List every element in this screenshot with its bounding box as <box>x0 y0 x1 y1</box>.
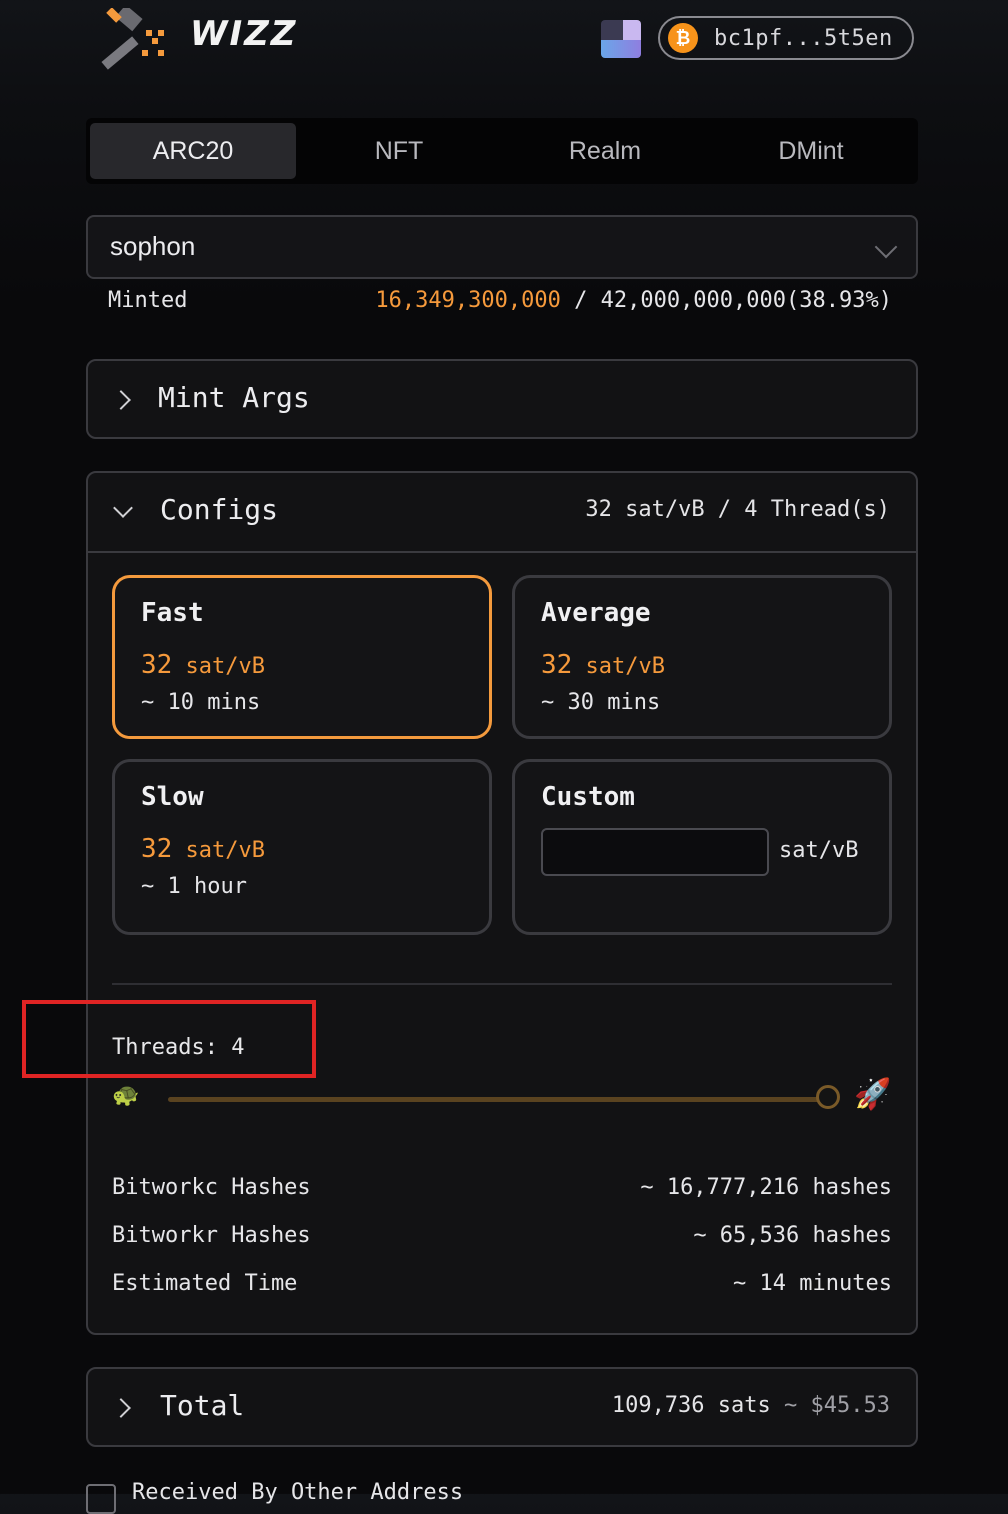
chevron-right-icon <box>111 1398 131 1418</box>
fee-option-name: Fast <box>141 598 204 628</box>
brand-name: WIZZ <box>190 14 298 54</box>
fee-option-custom[interactable]: Custom sat/vB <box>512 759 892 935</box>
fee-option-rate: 32 sat/vB <box>141 834 266 864</box>
wallet-address-button[interactable]: ₿ bc1pf...5t5en <box>658 16 914 60</box>
custom-fee-unit: sat/vB <box>779 838 859 863</box>
divider <box>112 983 892 985</box>
mint-args-title: Mint Args <box>158 381 310 414</box>
tab-dmint[interactable]: DMint <box>708 123 914 179</box>
minted-value: 16,349,300,000 / 42,000,000,000(38.93%) <box>375 288 892 313</box>
threads-slider-thumb[interactable] <box>816 1085 840 1109</box>
token-select[interactable]: sophon <box>86 215 918 279</box>
chevron-right-icon <box>111 390 131 410</box>
threads-slider[interactable] <box>168 1097 832 1102</box>
minted-separator: / <box>560 288 601 313</box>
minted-row: Minted 16,349,300,000 / 42,000,000,000(3… <box>108 288 892 318</box>
fee-option-rate: 32 sat/vB <box>541 650 666 680</box>
total-value: 109,736 sats ~ $45.53 <box>611 1393 890 1418</box>
total-title: Total <box>160 1389 245 1422</box>
stat-label: Bitworkr Hashes <box>112 1223 311 1248</box>
fee-option-rate: 32 sat/vB <box>141 650 266 680</box>
token-select-value: sophon <box>110 231 196 261</box>
fee-option-name: Slow <box>141 782 204 812</box>
mint-args-panel[interactable]: Mint Args <box>86 359 918 439</box>
wallet-address: bc1pf...5t5en <box>714 25 893 51</box>
tab-nft[interactable]: NFT <box>296 123 502 179</box>
stat-label: Estimated Time <box>112 1271 298 1296</box>
other-address-label: Received By Other Address <box>132 1480 464 1505</box>
bitcoin-icon: ₿ <box>668 23 698 53</box>
fee-option-slow[interactable]: Slow 32 sat/vB ~ 1 hour <box>112 759 492 935</box>
protocol-tabs: ARC20 NFT Realm DMint <box>86 118 918 184</box>
configs-title: Configs <box>160 493 279 526</box>
stat-row: Bitworkc Hashes ~ 16,777,216 hashes <box>112 1175 892 1205</box>
fee-option-name: Custom <box>541 782 635 812</box>
fee-option-fast[interactable]: Fast 32 sat/vB ~ 10 mins <box>112 575 492 739</box>
annotation-highlight-box <box>22 1000 316 1078</box>
tab-realm[interactable]: Realm <box>502 123 708 179</box>
configs-header[interactable]: Configs 32 sat/vB / 4 Thread(s) <box>88 473 916 553</box>
stat-label: Bitworkc Hashes <box>112 1175 311 1200</box>
fee-option-average[interactable]: Average 32 sat/vB ~ 30 mins <box>512 575 892 739</box>
configs-panel: Configs 32 sat/vB / 4 Thread(s) Fast 32 … <box>86 471 918 1335</box>
fee-option-name: Average <box>541 598 651 628</box>
stat-row: Bitworkr Hashes ~ 65,536 hashes <box>112 1223 892 1253</box>
minted-label: Minted <box>108 288 188 313</box>
total-panel[interactable]: Total 109,736 sats ~ $45.53 <box>86 1367 918 1447</box>
custom-fee-input[interactable] <box>541 828 769 876</box>
hammer-logo-icon[interactable] <box>96 4 172 72</box>
fee-option-time: ~ 1 hour <box>141 874 247 899</box>
chevron-down-icon <box>113 498 133 518</box>
stat-value: ~ 65,536 hashes <box>693 1223 892 1248</box>
stat-value: ~ 14 minutes <box>733 1271 892 1296</box>
wallet-avatar[interactable] <box>601 20 641 58</box>
rocket-icon: 🚀 <box>854 1077 892 1112</box>
minted-current: 16,349,300,000 <box>375 288 561 313</box>
other-address-checkbox[interactable] <box>86 1484 116 1514</box>
configs-summary: 32 sat/vB / 4 Thread(s) <box>585 497 890 522</box>
minted-total: 42,000,000,000(38.93%) <box>600 288 892 313</box>
stat-row: Estimated Time ~ 14 minutes <box>112 1271 892 1301</box>
fee-option-time: ~ 30 mins <box>541 690 661 715</box>
fee-option-time: ~ 10 mins <box>141 690 261 715</box>
turtle-icon: 🐢 <box>112 1083 140 1108</box>
chevron-down-icon <box>874 235 898 259</box>
stat-value: ~ 16,777,216 hashes <box>640 1175 892 1200</box>
tab-arc20[interactable]: ARC20 <box>90 123 296 179</box>
